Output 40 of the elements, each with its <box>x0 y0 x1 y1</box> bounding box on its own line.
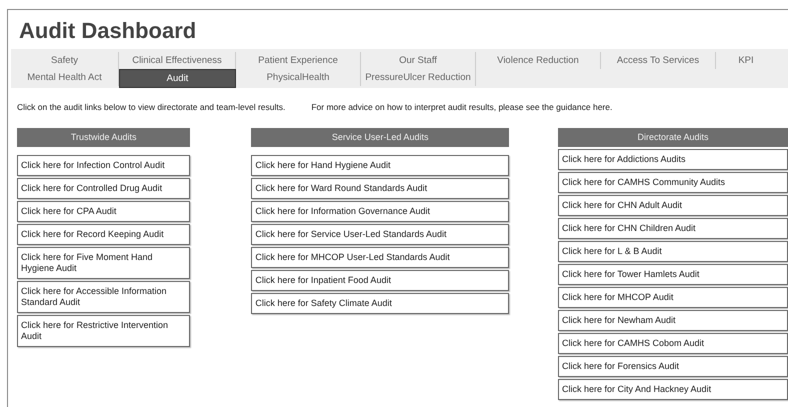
audit-link[interactable]: Click here for Service User-Led Standards Audit <box>251 224 509 245</box>
audit-link[interactable]: Click here for Infection Control Audit <box>17 155 190 176</box>
audit-link[interactable]: Click here for L & B Audit <box>558 241 788 262</box>
audit-link[interactable]: Click here for CAMHS Cobom Audit <box>558 333 788 354</box>
audit-link[interactable]: Click here for Tower Hamlets Audit <box>558 264 788 285</box>
tab[interactable]: Safety <box>11 52 119 69</box>
audit-link[interactable]: Click here for Controlled Drug Audit <box>17 178 190 199</box>
audit-link[interactable]: Click here for MHCOP User-Led Standards Audit <box>251 247 509 268</box>
audit-link[interactable]: Click here for Newham Audit <box>558 310 788 331</box>
audit-link[interactable]: Click here for Record Keeping Audit <box>17 224 190 245</box>
tab[interactable]: Patient Experience <box>236 52 361 69</box>
audit-link[interactable]: Click here for CHN Adult Audit <box>558 195 788 216</box>
audit-link[interactable]: Click here for CHN Children Audit <box>558 218 788 239</box>
audit-link[interactable]: Click here for Hand Hygiene Audit <box>251 155 509 176</box>
audit-link[interactable]: Click here for CPA Audit <box>17 201 190 222</box>
column-heading: Trustwide Audits <box>17 128 190 147</box>
tab[interactable]: PressureUlcer Reduction <box>361 69 476 86</box>
audit-link[interactable]: Click here for Restrictive Intervention Audit <box>17 315 190 347</box>
tab[interactable]: Access To Services <box>601 52 716 69</box>
column-heading: Directorate Audits <box>558 128 788 147</box>
tab[interactable]: Violence Reduction <box>476 52 601 69</box>
tab[interactable]: KPI <box>716 52 776 69</box>
audit-link[interactable]: Click here for Five Moment Hand Hygiene Audit <box>17 247 190 279</box>
tab[interactable]: Audit <box>119 69 236 88</box>
audit-link[interactable]: Click here for Ward Round Standards Audit <box>251 178 509 199</box>
audit-link[interactable]: Click here for Safety Climate Audit <box>251 293 509 314</box>
audit-link[interactable]: Click here for City And Hackney Audit <box>558 379 788 400</box>
audit-link[interactable]: Click here for Information Governance Audit <box>251 201 509 222</box>
tab[interactable]: Our Staff <box>361 52 476 69</box>
audit-link[interactable]: Click here for Addictions Audits <box>558 149 788 170</box>
audit-link[interactable]: Click here for MHCOP Audit <box>558 287 788 308</box>
audit-link[interactable]: Click here for Accessible Information Standard Audit <box>17 281 190 313</box>
audit-link[interactable]: Click here for Inpatient Food Audit <box>251 270 509 291</box>
advice-text: For more advice on how to interpret audit results, please see the guidance here. <box>311 102 612 112</box>
intro-text: Click on the audit links below to view directorate and team-level results. <box>17 102 286 112</box>
audit-link[interactable]: Click here for CAMHS Community Audits <box>558 172 788 193</box>
audit-link[interactable]: Click here for Forensics Audit <box>558 356 788 377</box>
page-title: Audit Dashboard <box>18 17 198 45</box>
tab[interactable]: PhysicalHealth <box>236 69 361 86</box>
column-heading: Service User-Led Audits <box>251 128 509 147</box>
